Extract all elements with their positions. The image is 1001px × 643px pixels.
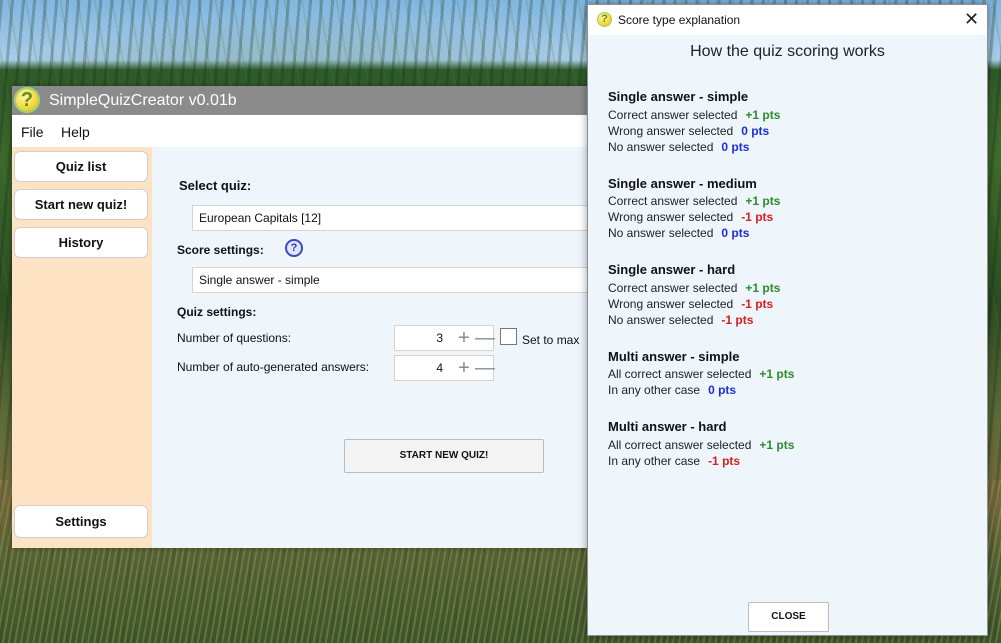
score-settings-label: Score settings: — [177, 243, 264, 257]
app-logo-icon: ? — [14, 87, 40, 113]
set-to-max-checkbox[interactable] — [500, 328, 517, 345]
close-button[interactable]: CLOSE — [748, 602, 829, 632]
score-line: In any other case 0 pts — [608, 383, 736, 397]
score-line-text: In any other case — [608, 383, 701, 397]
dialog-heading: How the quiz scoring works — [690, 43, 885, 60]
quiz-settings-label: Quiz settings: — [177, 305, 257, 319]
score-points: +1 pts — [745, 194, 781, 208]
num-answers-value: 4 — [436, 361, 443, 375]
section-title: Multi answer - hard — [608, 419, 727, 434]
score-line-text: All correct answer selected — [608, 438, 752, 452]
score-line: Correct answer selected +1 pts — [608, 281, 780, 295]
score-points: -1 pts — [721, 313, 754, 327]
sidebar: Quiz list Start new quiz! History Settin… — [12, 147, 152, 548]
score-line: Wrong answer selected -1 pts — [608, 210, 773, 224]
score-type-dialog: ? Score type explanation ✕ How the quiz … — [587, 4, 988, 636]
score-points: +1 pts — [759, 367, 795, 381]
menu-file[interactable]: File — [21, 124, 44, 140]
close-icon[interactable]: ✕ — [964, 9, 979, 30]
menubar: File Help — [12, 115, 592, 147]
score-line-text: Wrong answer selected — [608, 297, 734, 311]
content-panel: Select quiz: European Capitals [12] Scor… — [152, 147, 592, 548]
score-points: -1 pts — [741, 210, 774, 224]
score-line: All correct answer selected +1 pts — [608, 438, 794, 452]
score-points: -1 pts — [741, 297, 774, 311]
score-select[interactable]: Single answer - simple — [192, 267, 592, 293]
score-line-text: Correct answer selected — [608, 108, 738, 122]
sidebar-item-settings[interactable]: Settings — [14, 505, 148, 538]
set-to-max-label: Set to max — [522, 333, 580, 347]
num-questions-label: Number of questions: — [177, 331, 292, 345]
score-line: No answer selected 0 pts — [608, 226, 749, 240]
score-line: No answer selected 0 pts — [608, 140, 749, 154]
plus-icon[interactable]: + — [455, 358, 473, 378]
score-line: In any other case -1 pts — [608, 454, 740, 468]
sidebar-item-start-new-quiz[interactable]: Start new quiz! — [14, 189, 148, 220]
num-answers-label: Number of auto-generated answers: — [177, 360, 370, 374]
score-line: Correct answer selected +1 pts — [608, 194, 780, 208]
sidebar-item-history[interactable]: History — [14, 227, 148, 258]
section-title: Single answer - simple — [608, 89, 749, 104]
score-line-text: No answer selected — [608, 226, 714, 240]
section-title: Single answer - hard — [608, 262, 736, 277]
select-quiz-label: Select quiz: — [179, 178, 252, 193]
score-points: +1 pts — [745, 108, 781, 122]
minus-icon[interactable]: — — [475, 358, 495, 378]
score-points: +1 pts — [745, 281, 781, 295]
score-line: Wrong answer selected -1 pts — [608, 297, 773, 311]
section-title: Single answer - medium — [608, 176, 757, 191]
score-line: Wrong answer selected 0 pts — [608, 124, 769, 138]
dialog-title: Score type explanation — [618, 13, 741, 27]
main-titlebar[interactable]: ? SimpleQuizCreator v0.01b — [12, 86, 592, 115]
start-new-quiz-button[interactable]: START NEW QUIZ! — [344, 439, 544, 473]
score-line-text: All correct answer selected — [608, 367, 752, 381]
score-points: 0 pts — [708, 383, 737, 397]
num-questions-value: 3 — [436, 331, 443, 345]
score-line: No answer selected -1 pts — [608, 313, 753, 327]
menu-help[interactable]: Help — [61, 124, 90, 140]
score-points: 0 pts — [721, 226, 750, 240]
score-points: 0 pts — [741, 124, 770, 138]
window-title: SimpleQuizCreator v0.01b — [49, 92, 237, 109]
score-line: Correct answer selected +1 pts — [608, 108, 780, 122]
section-title: Multi answer - simple — [608, 349, 740, 364]
main-window: ? SimpleQuizCreator v0.01b File Help Qui… — [12, 86, 592, 548]
score-line-text: No answer selected — [608, 313, 714, 327]
score-line-text: In any other case — [608, 454, 701, 468]
dialog-titlebar[interactable]: ? Score type explanation ✕ — [588, 5, 987, 35]
app-logo-icon: ? — [597, 12, 612, 27]
score-line-text: Correct answer selected — [608, 194, 738, 208]
score-line-text: Wrong answer selected — [608, 210, 734, 224]
score-points: -1 pts — [708, 454, 741, 468]
score-line-text: Correct answer selected — [608, 281, 738, 295]
score-points: +1 pts — [759, 438, 795, 452]
minus-icon[interactable]: — — [475, 328, 495, 348]
sidebar-item-quiz-list[interactable]: Quiz list — [14, 151, 148, 182]
quiz-select[interactable]: European Capitals [12] — [192, 205, 592, 231]
num-questions-stepper[interactable]: 3 + — — [394, 325, 495, 351]
score-points: 0 pts — [721, 140, 750, 154]
score-line: All correct answer selected +1 pts — [608, 367, 794, 381]
num-answers-stepper[interactable]: 4 + — — [394, 355, 495, 381]
question-mark-icon[interactable]: ? — [285, 239, 303, 257]
score-line-text: No answer selected — [608, 140, 714, 154]
plus-icon[interactable]: + — [455, 328, 473, 348]
score-line-text: Wrong answer selected — [608, 124, 734, 138]
